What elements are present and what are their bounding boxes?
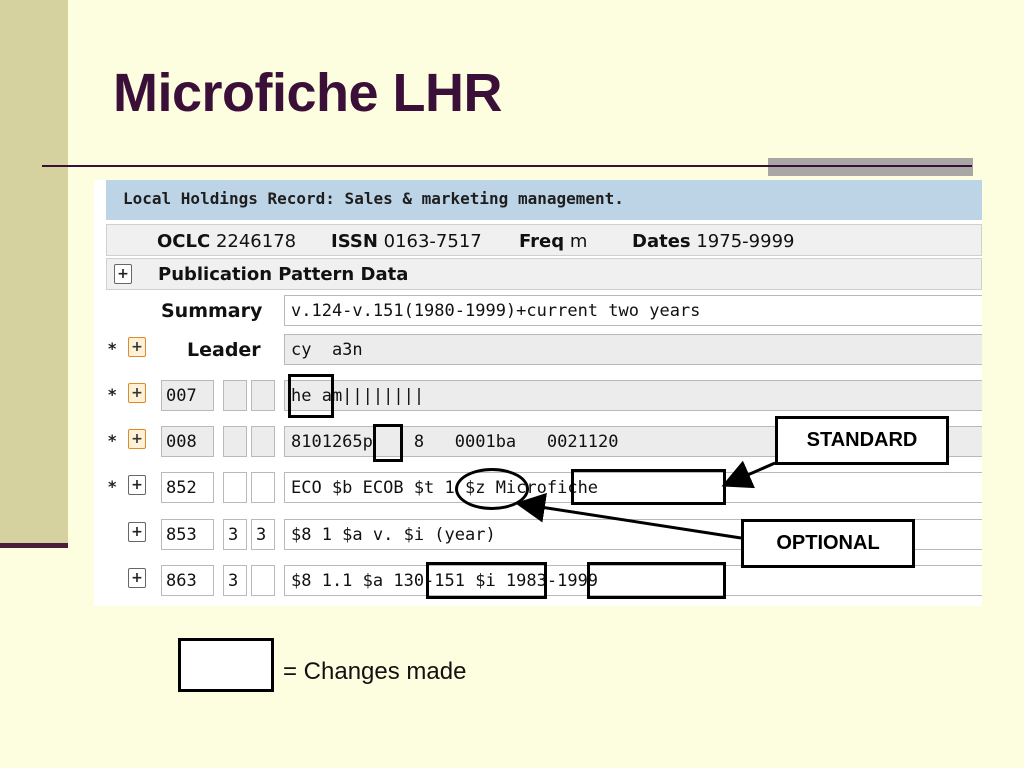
callout-arrows — [515, 460, 776, 540]
optional-arrow — [515, 492, 742, 540]
standard-arrow — [721, 460, 776, 489]
legend-text: = Changes made — [283, 658, 467, 685]
legend-swatch — [178, 638, 274, 692]
standard-callout: STANDARD — [775, 416, 949, 465]
optional-callout: OPTIONAL — [741, 519, 915, 568]
